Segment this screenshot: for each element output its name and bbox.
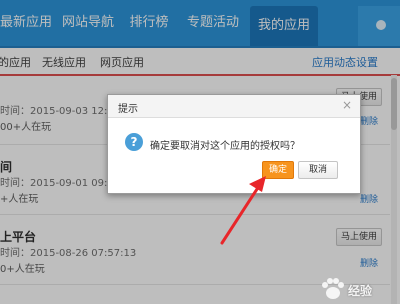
annotation-arrow-icon <box>220 176 266 245</box>
watermark-text: 经验 <box>348 284 373 298</box>
paw-logo-icon <box>322 278 344 299</box>
baidu-jingyan-watermark: 经验 <box>318 270 400 304</box>
